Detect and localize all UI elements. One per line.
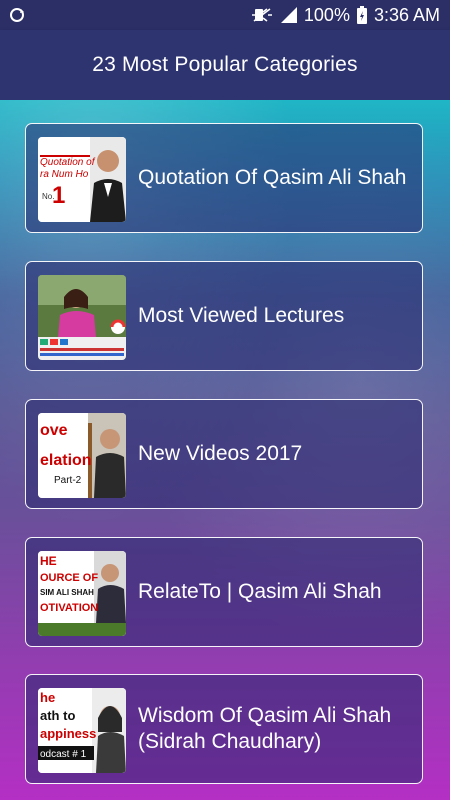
category-card[interactable]: he ath to appiness odcast # 1 Wisdom Of … — [25, 674, 423, 784]
category-card[interactable]: HE OURCE OF SIM ALI SHAH OTIVATION Relat… — [25, 537, 423, 647]
svg-text:SIM ALI SHAH: SIM ALI SHAH — [40, 588, 94, 597]
clock: 3:36 AM — [373, 4, 440, 25]
svg-text:ove: ove — [40, 422, 68, 439]
category-thumbnail: he ath to appiness odcast # 1 — [38, 688, 126, 773]
category-label: Quotation Of Qasim Ali Shah — [138, 166, 407, 189]
category-label: RelateTo | Qasim Ali Shah — [138, 580, 382, 603]
category-label: Wisdom Of Qasim Ali Shah (Sidrah Chaudha… — [138, 704, 392, 753]
category-label: New Videos 2017 — [138, 442, 303, 465]
svg-text:odcast # 1: odcast # 1 — [40, 749, 87, 760]
category-thumbnail: Quotation of ra Num Ho 1 No. — [38, 137, 126, 222]
category-thumbnail: HE OURCE OF SIM ALI SHAH OTIVATION — [38, 551, 126, 636]
svg-text:ra Num Ho: ra Num Ho — [40, 169, 89, 180]
svg-text:OTIVATION: OTIVATION — [40, 602, 98, 614]
page-title: 23 Most Popular Categories — [92, 53, 358, 76]
app-bar: 23 Most Popular Categories — [0, 30, 450, 100]
mute-icon — [251, 7, 274, 23]
svg-text:elation: elation — [40, 452, 92, 469]
signal-icon — [280, 6, 298, 24]
category-thumbnail — [38, 275, 126, 360]
svg-text:No.: No. — [42, 192, 54, 201]
battery-charging-icon — [356, 5, 368, 25]
svg-text:he: he — [40, 690, 55, 705]
svg-text:Part-2: Part-2 — [54, 475, 82, 486]
category-card[interactable]: Quotation of ra Num Ho 1 No. Quotation O… — [25, 123, 423, 233]
sync-icon — [8, 6, 26, 24]
category-thumbnail: ove elation Part-2 — [38, 413, 126, 498]
battery-percent: 100% — [303, 4, 350, 25]
category-card[interactable]: Most Viewed Lectures — [25, 261, 423, 371]
category-card[interactable]: ove elation Part-2 New Videos 2017 — [25, 399, 423, 509]
status-bar: 100% 3:36 AM — [0, 0, 450, 30]
svg-text:Quotation of: Quotation of — [40, 157, 96, 168]
category-label: Most Viewed Lectures — [138, 304, 345, 327]
svg-text:appiness: appiness — [40, 726, 96, 741]
svg-text:HE: HE — [40, 554, 57, 568]
svg-text:OURCE OF: OURCE OF — [40, 572, 98, 584]
svg-text:ath to: ath to — [40, 708, 75, 723]
